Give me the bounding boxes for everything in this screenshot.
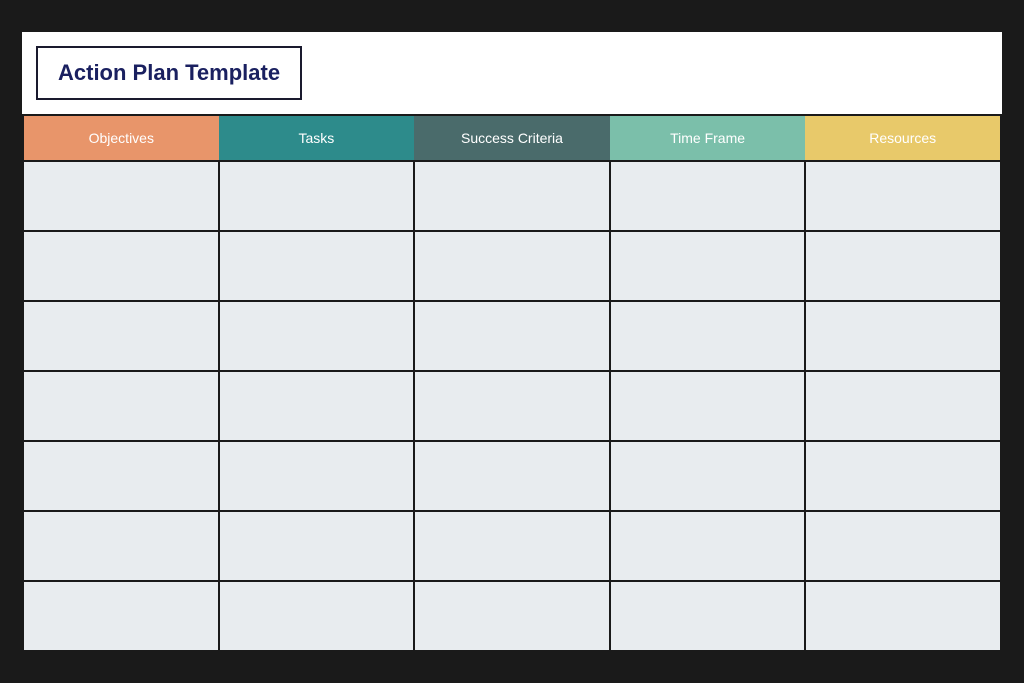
table-row-1-col-time_frame[interactable]: [610, 231, 806, 301]
table-row-6-col-tasks[interactable]: [219, 581, 415, 651]
table-row-2-col-resources[interactable]: [805, 301, 1001, 371]
table-row-3-col-time_frame[interactable]: [610, 371, 806, 441]
table-row-0-col-objectives[interactable]: [23, 161, 219, 231]
table-row-1-col-success_criteria[interactable]: [414, 231, 610, 301]
page-title: Action Plan Template: [58, 60, 280, 85]
table-row-3-col-resources[interactable]: [805, 371, 1001, 441]
table-row-2-col-tasks[interactable]: [219, 301, 415, 371]
table-row-3-col-tasks[interactable]: [219, 371, 415, 441]
table-row-0-col-time_frame[interactable]: [610, 161, 806, 231]
table-row-6-col-resources[interactable]: [805, 581, 1001, 651]
title-area: Action Plan Template: [36, 46, 302, 100]
table-row-5-col-time_frame[interactable]: [610, 511, 806, 581]
table-row-0-col-tasks[interactable]: [219, 161, 415, 231]
table-row-4-col-time_frame[interactable]: [610, 441, 806, 511]
table-row-5-col-tasks[interactable]: [219, 511, 415, 581]
table-row-3-col-objectives[interactable]: [23, 371, 219, 441]
table-row-5-col-resources[interactable]: [805, 511, 1001, 581]
table-row-2-col-objectives[interactable]: [23, 301, 219, 371]
header-success-criteria: Success Criteria: [414, 115, 610, 161]
table-row-0-col-success_criteria[interactable]: [414, 161, 610, 231]
header-resources: Resources: [805, 115, 1001, 161]
table-row-3-col-success_criteria[interactable]: [414, 371, 610, 441]
table-row-4-col-objectives[interactable]: [23, 441, 219, 511]
header-tasks: Tasks: [219, 115, 415, 161]
table-row-5-col-objectives[interactable]: [23, 511, 219, 581]
header-objectives: Objectives: [23, 115, 219, 161]
header-time-frame: Time Frame: [610, 115, 806, 161]
table-row-1-col-resources[interactable]: [805, 231, 1001, 301]
table-row-4-col-resources[interactable]: [805, 441, 1001, 511]
table-row-2-col-time_frame[interactable]: [610, 301, 806, 371]
table-row-1-col-objectives[interactable]: [23, 231, 219, 301]
table-row-6-col-success_criteria[interactable]: [414, 581, 610, 651]
table-row-5-col-success_criteria[interactable]: [414, 511, 610, 581]
table-row-1-col-tasks[interactable]: [219, 231, 415, 301]
page-wrapper: Action Plan Template Objectives Tasks Su…: [22, 32, 1002, 652]
table-row-4-col-tasks[interactable]: [219, 441, 415, 511]
table-row-0-col-resources[interactable]: [805, 161, 1001, 231]
table-row-2-col-success_criteria[interactable]: [414, 301, 610, 371]
table-row-6-col-objectives[interactable]: [23, 581, 219, 651]
action-plan-table: Objectives Tasks Success Criteria Time F…: [22, 114, 1002, 652]
table-row-6-col-time_frame[interactable]: [610, 581, 806, 651]
table-row-4-col-success_criteria[interactable]: [414, 441, 610, 511]
